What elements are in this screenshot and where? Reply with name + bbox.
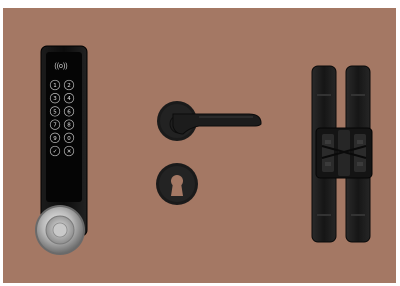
hardware-illustration: ((o)) 1 2 3 4 5 6 7 8 9 0 ✓ ✕	[35, 45, 373, 255]
keypad-key-label: 5	[53, 109, 57, 115]
keypad-key-label: 0	[67, 136, 71, 142]
keypad-key-label: 6	[67, 109, 71, 115]
keypad-key-label: 2	[67, 83, 71, 89]
digital-keypad-door-lock: ((o)) 1 2 3 4 5 6 7 8 9 0 ✓ ✕	[35, 45, 88, 255]
keypad-key-label: 9	[53, 136, 57, 142]
keypad-key-label: 1	[53, 83, 57, 89]
keypad-key-label: ✓	[53, 149, 58, 155]
rfid-symbol-text: ((o))	[54, 63, 67, 70]
product-photo: ((o)) 1 2 3 4 5 6 7 8 9 0 ✓ ✕	[3, 8, 396, 283]
keypad-key-label: ✕	[67, 149, 72, 155]
keypad-key-label: 7	[53, 123, 57, 129]
concealed-3d-hinge	[311, 65, 373, 243]
keypad-key-label: 3	[53, 96, 57, 102]
keypad-key-label: 8	[67, 123, 71, 129]
lever-door-handle	[157, 101, 262, 141]
escutcheon-key-hole	[156, 163, 198, 205]
keypad-key-label: 4	[67, 96, 71, 102]
rfid-icon: ((o))	[54, 63, 67, 70]
lock-knob	[35, 205, 85, 255]
